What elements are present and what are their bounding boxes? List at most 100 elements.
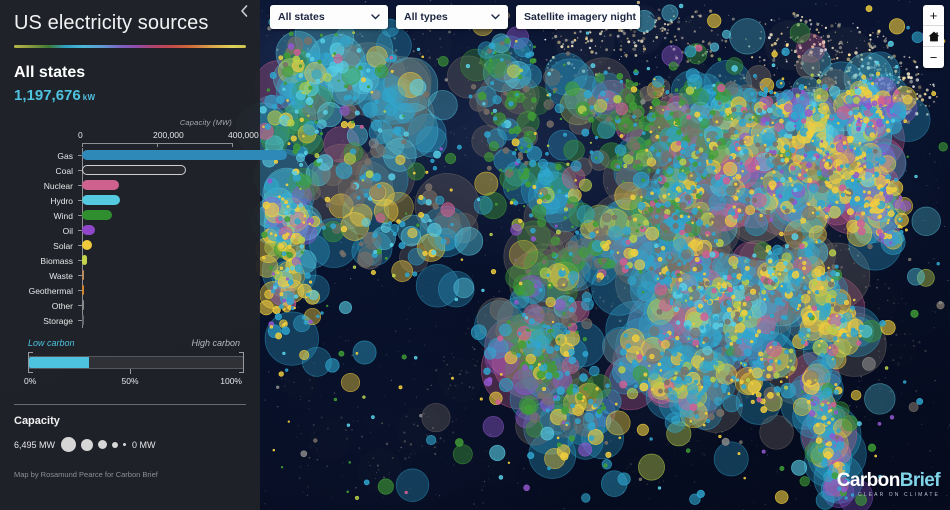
chart-bar-track: [82, 208, 246, 223]
capacity-unit: kW: [82, 93, 96, 102]
chart-bar-row[interactable]: Biomass: [14, 253, 246, 268]
chart-bars: Gas Coal Nuclear Hydro Wind Oil Solar Biomass Wa…: [14, 148, 287, 328]
chart-bar-label: Hydro: [50, 195, 73, 206]
chart-tick-mark: [232, 143, 233, 147]
logo-wordmark: CarbonBrief: [836, 470, 941, 491]
selected-state-label: All states: [14, 64, 86, 81]
chart-bar-row[interactable]: Storage: [14, 313, 246, 328]
chart-bar-row[interactable]: Wind: [14, 208, 246, 223]
chart-bar-track: [82, 268, 246, 283]
chart-bar-row[interactable]: Gas: [14, 148, 287, 163]
chart-bar-row[interactable]: Geothermal: [14, 283, 246, 298]
logo-brief: Brief: [899, 470, 941, 491]
chart-bar-label: Biomass: [40, 255, 73, 266]
chart-bar[interactable]: [82, 300, 84, 310]
basemap-dropdown[interactable]: Satellite imagery night: [516, 5, 659, 29]
sidebar-collapse-button[interactable]: [236, 4, 252, 20]
map-filter-controls: All states All types Satellite imagery n…: [270, 5, 659, 29]
legend-title: Capacity: [14, 415, 60, 427]
chart-bar[interactable]: [82, 240, 92, 250]
chart-bar-track: [82, 178, 246, 193]
chevron-down-icon: [477, 12, 500, 22]
carbon-intensity-slider: Low carbon High carbon 0% 50% 100%: [14, 338, 246, 400]
chart-bar-row[interactable]: Coal: [14, 163, 246, 178]
chevron-down-icon: [636, 12, 659, 22]
zoom-out-button[interactable]: −: [923, 47, 944, 68]
carbon-tick-100: 100%: [220, 376, 242, 386]
chart-tick-label: 200,000: [153, 130, 184, 140]
zoom-in-button[interactable]: +: [923, 5, 944, 26]
high-carbon-label: High carbon: [191, 338, 240, 348]
legend-capacity-circle: [112, 441, 119, 448]
home-icon[interactable]: [923, 26, 944, 47]
chart-bar-label: Solar: [53, 240, 73, 251]
chart-bar-label: Other: [51, 300, 73, 311]
carbon-tick-50: 50%: [121, 376, 139, 386]
chart-bar-track: [82, 223, 246, 238]
chart-bar-label: Gas: [57, 150, 73, 161]
home-glyph: [928, 31, 939, 41]
chevron-down-icon: [357, 12, 380, 22]
capacity-number: 1,197,676: [14, 87, 81, 104]
chart-bar[interactable]: [82, 270, 84, 280]
page-title: US electricity sources: [14, 12, 209, 34]
carbon-cap-left: [28, 352, 33, 373]
chart-bar-row[interactable]: Nuclear: [14, 178, 246, 193]
chart-bar-track: [82, 193, 246, 208]
chart-bar-track: [82, 283, 246, 298]
chart-bar-row[interactable]: Other: [14, 298, 246, 313]
type-filter-label: All types: [404, 11, 448, 23]
carbon-midpoint-tick: [130, 369, 131, 374]
sidebar-divider: [14, 404, 246, 405]
legend-capacity-circle: [123, 443, 127, 446]
legend-max-label: 6,495 MW: [14, 439, 56, 450]
chart-bar-label: Coal: [55, 165, 73, 176]
chart-tick-mark: [82, 143, 83, 147]
chart-bar-track: [82, 163, 246, 178]
chart-bar-label: Geothermal: [28, 285, 73, 296]
chart-bar-track: [82, 253, 246, 268]
low-carbon-label: Low carbon: [28, 338, 75, 348]
logo-tagline: CLEAR ON CLIMATE: [858, 492, 940, 498]
chart-bar[interactable]: [82, 210, 112, 220]
chart-bar-track: [82, 238, 246, 253]
electricity-map-app: All states All types Satellite imagery n…: [0, 0, 950, 510]
state-filter-dropdown[interactable]: All states: [270, 5, 388, 29]
chart-tick-label: 400,000: [228, 130, 259, 140]
map-credit: Map by Rosamund Pearce for Carbon Brief: [14, 470, 158, 479]
logo-carbon: Carbon: [836, 470, 901, 491]
chart-bar-row[interactable]: Oil: [14, 223, 246, 238]
chart-bar[interactable]: [82, 165, 187, 175]
carbon-slider-caps: [28, 352, 244, 373]
chart-bar-label: Waste: [49, 270, 73, 281]
chart-bar-track: [82, 313, 246, 328]
chart-bar[interactable]: [82, 285, 84, 295]
capacity-bar-chart: Capacity (MW) 0 200,000 400,000 Gas Coal Nuc…: [14, 118, 287, 328]
chart-bar-row[interactable]: Solar: [14, 238, 246, 253]
chart-bar[interactable]: [82, 225, 96, 235]
chart-bar[interactable]: [82, 315, 84, 325]
basemap-label: Satellite imagery night: [524, 11, 637, 23]
chart-axis-title: Capacity (MW): [179, 118, 232, 127]
carbon-cap-right: [239, 352, 244, 373]
chart-bar[interactable]: [82, 150, 287, 160]
chart-bar[interactable]: [82, 180, 119, 190]
carbon-tick-0: 0%: [24, 376, 37, 386]
type-filter-dropdown[interactable]: All types: [396, 5, 508, 29]
sidebar-panel: US electricity sources All states 1,197,…: [0, 0, 287, 510]
chart-bar[interactable]: [82, 195, 120, 205]
legend-min-label: 0 MW: [132, 439, 156, 450]
chart-bar-row[interactable]: Hydro: [14, 193, 246, 208]
legend-capacity-circle: [81, 438, 94, 451]
chart-bar[interactable]: [82, 255, 87, 265]
carbonbrief-logo: CarbonBrief CLEAR ON CLIMATE: [836, 470, 941, 498]
legend-circles: [61, 437, 127, 452]
chart-bar-label: Wind: [53, 210, 73, 221]
color-gradient-rule: [14, 45, 246, 48]
chart-tick-mark: [157, 143, 158, 147]
chart-bar-label: Storage: [43, 315, 73, 326]
chart-bar-track: [82, 298, 246, 313]
chart-bar-row[interactable]: Waste: [14, 268, 246, 283]
state-filter-label: All states: [278, 11, 325, 23]
legend-capacity-circle: [98, 440, 108, 449]
